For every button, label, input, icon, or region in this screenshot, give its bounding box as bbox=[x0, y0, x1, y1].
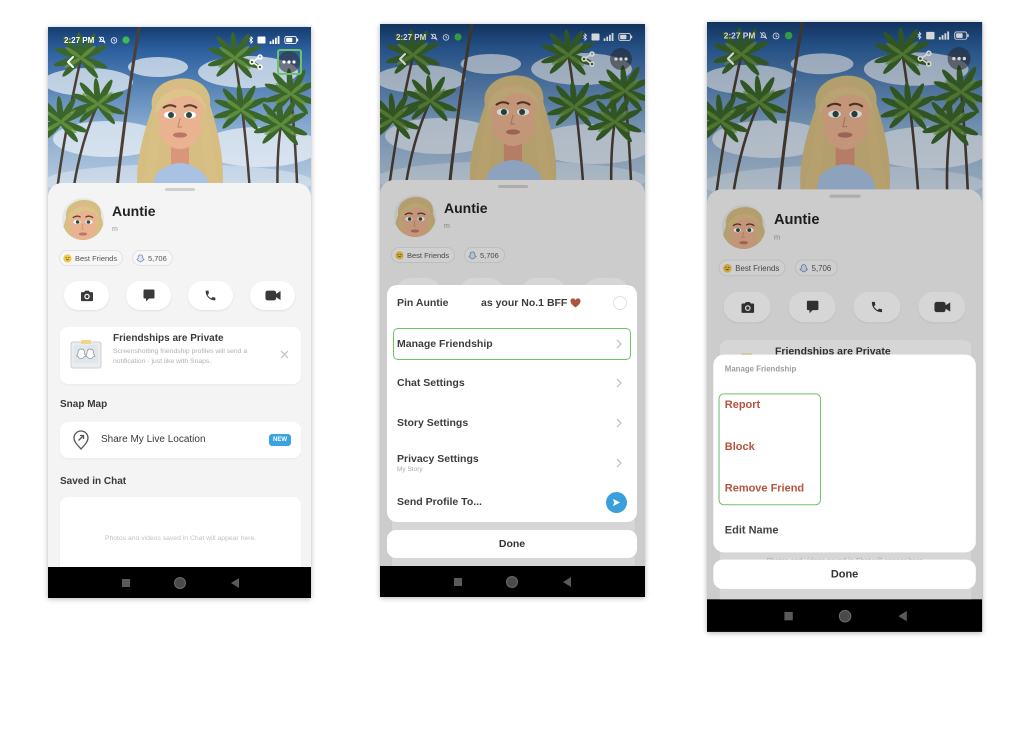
phone-icon bbox=[205, 290, 216, 301]
profile-actions bbox=[64, 281, 295, 310]
privacy-settings-sublabel: My Story bbox=[397, 466, 423, 473]
muted-bell-icon bbox=[98, 36, 106, 44]
grinning-face-icon bbox=[63, 253, 72, 263]
android-nav-bar bbox=[48, 567, 311, 598]
send-arrow-icon bbox=[612, 498, 621, 507]
chevron-right-icon bbox=[616, 339, 622, 349]
story-settings-label: Story Settings bbox=[397, 417, 469, 429]
screen-profile: 2:27 PM Auntie m Best Friends 5,706 Frie… bbox=[48, 27, 311, 598]
profile-avatar[interactable] bbox=[62, 198, 104, 240]
beach-palm-background bbox=[48, 27, 311, 207]
bluetooth-icon bbox=[249, 36, 254, 44]
profile-header: 2:27 PM bbox=[48, 27, 311, 207]
heart-icon bbox=[570, 298, 581, 308]
recents-button[interactable] bbox=[122, 578, 130, 587]
signal-icon bbox=[269, 36, 280, 44]
battery-icon bbox=[284, 36, 299, 44]
pin-suffix: as your No.1 BFF bbox=[481, 297, 568, 309]
chat-settings-option[interactable]: Chat Settings bbox=[387, 368, 637, 398]
share-location-label: Share My Live Location bbox=[101, 434, 206, 445]
privacy-settings-label: Privacy Settings bbox=[397, 453, 479, 465]
story-settings-option[interactable]: Story Settings bbox=[387, 408, 637, 438]
send-button[interactable] bbox=[606, 492, 627, 513]
pin-bff-option[interactable]: Pin Auntie as your No.1 BFF bbox=[387, 288, 637, 318]
privacy-card-description: Screenshotting friendship profiles will … bbox=[113, 348, 248, 365]
snap-score-ghost-icon bbox=[136, 254, 145, 262]
location-pin-icon bbox=[73, 430, 89, 450]
hd-voice-icon bbox=[257, 36, 266, 44]
camera-icon bbox=[80, 290, 93, 301]
chevron-right-icon bbox=[616, 378, 622, 388]
profile-name: Auntie bbox=[112, 203, 156, 219]
saved-in-chat-empty-text: Photos and videos saved in Chat will app… bbox=[104, 535, 257, 542]
status-bar: 2:27 PM bbox=[64, 34, 299, 46]
block-option[interactable]: Block bbox=[725, 434, 755, 459]
saved-in-chat-card: Photos and videos saved in Chat will app… bbox=[60, 497, 301, 567]
recents-button[interactable] bbox=[454, 577, 462, 586]
done-button[interactable]: Done bbox=[713, 559, 976, 589]
back-nav-button[interactable] bbox=[231, 577, 239, 588]
snap-score-badge[interactable]: 5,706 bbox=[132, 250, 173, 266]
back-nav-button[interactable] bbox=[563, 576, 571, 587]
best-friends-badge[interactable]: Best Friends bbox=[59, 250, 124, 266]
send-profile-label: Send Profile To... bbox=[397, 496, 482, 508]
back-chevron-icon bbox=[67, 56, 74, 68]
android-nav-bar bbox=[707, 599, 983, 632]
done-button[interactable]: Done bbox=[387, 530, 637, 558]
back-nav-button[interactable] bbox=[898, 610, 907, 621]
profile-options-menu: Pin Auntie as your No.1 BFF Manage Frien… bbox=[387, 285, 637, 522]
share-profile-button[interactable] bbox=[245, 51, 267, 73]
pin-label: Pin Auntie bbox=[397, 297, 449, 309]
privacy-settings-option[interactable]: Privacy Settings My Story bbox=[387, 447, 637, 479]
friendship-polaroid-icon bbox=[70, 340, 102, 369]
video-call-icon bbox=[264, 290, 281, 301]
close-icon[interactable] bbox=[280, 350, 289, 359]
status-time: 2:27 PM bbox=[64, 35, 95, 45]
profile-username: m bbox=[112, 226, 118, 233]
android-nav-bar bbox=[380, 566, 645, 597]
chevron-right-icon bbox=[616, 458, 622, 468]
best-friends-label: Best Friends bbox=[75, 253, 118, 263]
screen-manage-friendship: 2:27 PM Auntie m Best Friends 5,706 Frie… bbox=[707, 22, 983, 632]
home-button[interactable] bbox=[174, 576, 186, 589]
report-option[interactable]: Report bbox=[725, 392, 760, 417]
camera-button[interactable] bbox=[64, 281, 109, 310]
chevron-right-icon bbox=[616, 418, 622, 428]
saved-in-chat-heading: Saved in Chat bbox=[60, 476, 127, 487]
manage-friendship-label: Manage Friendship bbox=[397, 338, 493, 350]
chat-settings-label: Chat Settings bbox=[397, 377, 465, 389]
manage-friendship-option[interactable]: Manage Friendship bbox=[393, 328, 631, 360]
manage-friendship-menu: Manage Friendship Report Block Remove Fr… bbox=[713, 354, 976, 553]
privacy-card-title: Friendships are Private bbox=[113, 333, 224, 344]
alarm-icon bbox=[111, 37, 118, 44]
pin-bff-radio[interactable] bbox=[613, 296, 627, 310]
bitmoji-avatar-small bbox=[62, 199, 104, 240]
pin-suffix-group: as your No.1 BFF bbox=[481, 288, 581, 318]
share-icon bbox=[249, 54, 263, 70]
chat-icon bbox=[143, 289, 154, 302]
sheet-drag-handle[interactable] bbox=[164, 188, 195, 191]
new-badge: NEW bbox=[269, 434, 291, 446]
profile-sheet: Auntie m Best Friends 5,706 Fr bbox=[48, 183, 311, 567]
chat-button[interactable] bbox=[126, 281, 171, 310]
screen-profile-options: 2:27 PM Auntie m Best Friends 5,706 Pin … bbox=[380, 24, 645, 597]
edit-name-option[interactable]: Edit Name bbox=[725, 518, 779, 543]
app-notification-icon bbox=[122, 36, 130, 44]
manage-friendship-title: Manage Friendship bbox=[724, 364, 797, 374]
send-profile-option[interactable]: Send Profile To... bbox=[387, 487, 637, 517]
share-live-location-button[interactable]: Share My Live Location NEW bbox=[60, 422, 301, 458]
friendships-private-card: Friendships are Private Screenshotting f… bbox=[60, 327, 301, 384]
recents-button[interactable] bbox=[784, 611, 793, 620]
more-button-highlight bbox=[277, 49, 302, 75]
home-button[interactable] bbox=[506, 575, 518, 588]
home-button[interactable] bbox=[838, 609, 852, 622]
snap-map-heading: Snap Map bbox=[60, 399, 108, 410]
remove-friend-option[interactable]: Remove Friend bbox=[725, 476, 804, 501]
video-call-button[interactable] bbox=[250, 281, 295, 310]
voice-call-button[interactable] bbox=[188, 281, 233, 310]
snap-score-value: 5,706 bbox=[148, 253, 167, 263]
back-button[interactable] bbox=[60, 51, 82, 73]
